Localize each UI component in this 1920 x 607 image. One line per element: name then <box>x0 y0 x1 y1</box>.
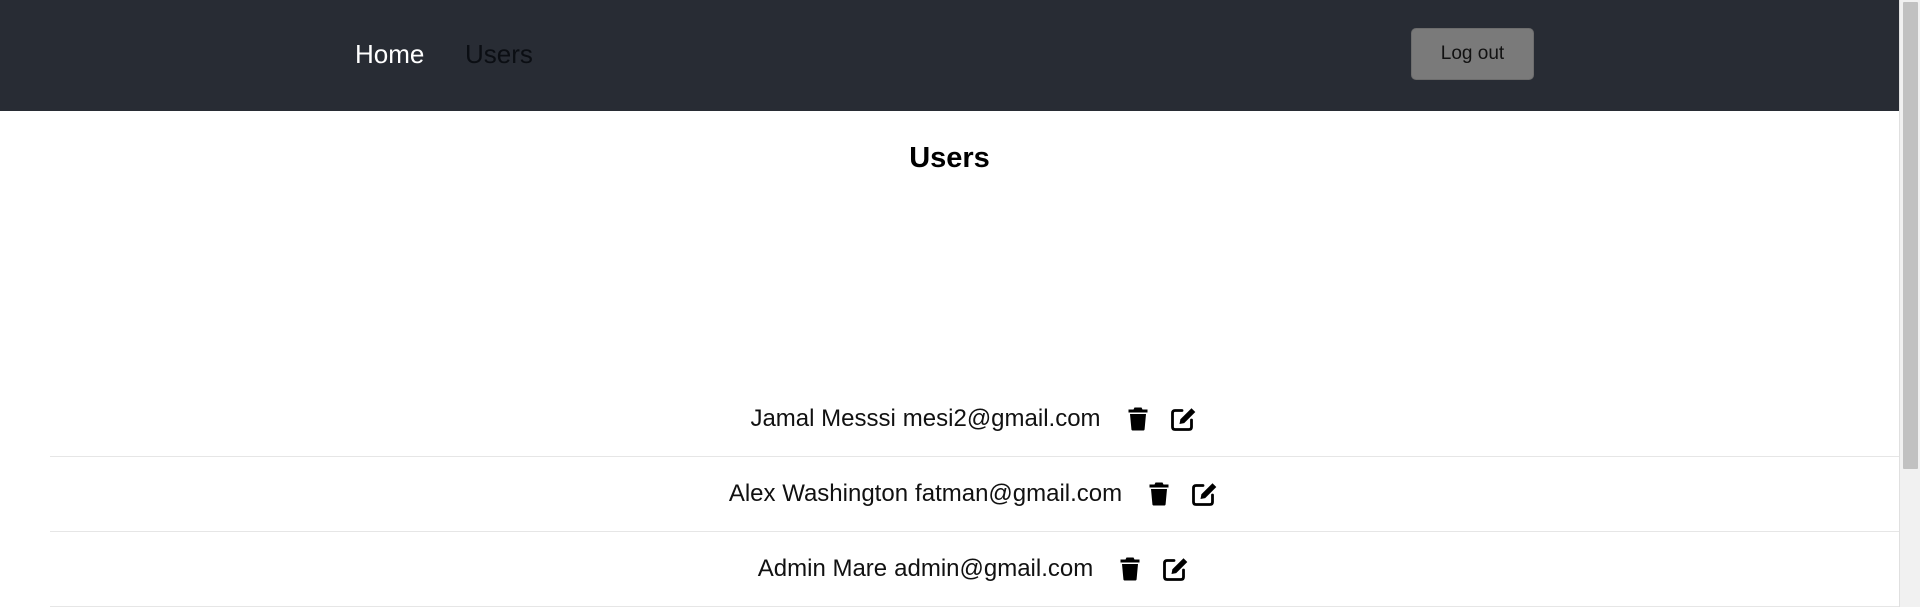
user-row: Alex Washington fatman@gmail.com <box>50 457 1899 532</box>
user-info: Jamal Messsi mesi2@gmail.com <box>750 404 1100 434</box>
page: Home Users Log out Users Jamal Messsi mes… <box>0 0 1920 607</box>
user-info: Admin Mare admin@gmail.com <box>758 554 1093 584</box>
user-row: Jamal Messsi mesi2@gmail.com <box>50 382 1899 457</box>
page-title: Users <box>909 142 990 174</box>
user-info: Alex Washington fatman@gmail.com <box>729 479 1122 509</box>
user-name: Jamal Messsi <box>750 405 896 432</box>
user-email: fatman@gmail.com <box>915 480 1123 507</box>
user-name: Admin Mare <box>757 555 888 582</box>
user-name: Alex Washington <box>728 480 909 507</box>
user-email: admin@gmail.com <box>894 555 1094 582</box>
nav-home-link[interactable]: Home <box>355 37 424 71</box>
trash-icon[interactable] <box>1115 554 1145 584</box>
trash-icon[interactable] <box>1144 479 1174 509</box>
logout-button[interactable]: Log out <box>1411 28 1534 80</box>
user-email: mesi2@gmail.com <box>902 405 1101 432</box>
nav-users-link[interactable]: Users <box>465 37 533 71</box>
trash-icon[interactable] <box>1123 404 1153 434</box>
navbar: Home Users Log out <box>0 0 1899 111</box>
scrollbar-thumb[interactable] <box>1903 2 1918 469</box>
user-list: Jamal Messsi mesi2@gmail.com Alex Washing… <box>50 382 1899 607</box>
vertical-scrollbar[interactable] <box>1899 0 1920 607</box>
edit-icon[interactable] <box>1169 404 1199 434</box>
user-row: Admin Mare admin@gmail.com <box>50 532 1899 607</box>
viewport: Home Users Log out Users Jamal Messsi mes… <box>0 0 1899 607</box>
edit-icon[interactable] <box>1190 479 1220 509</box>
edit-icon[interactable] <box>1161 554 1191 584</box>
